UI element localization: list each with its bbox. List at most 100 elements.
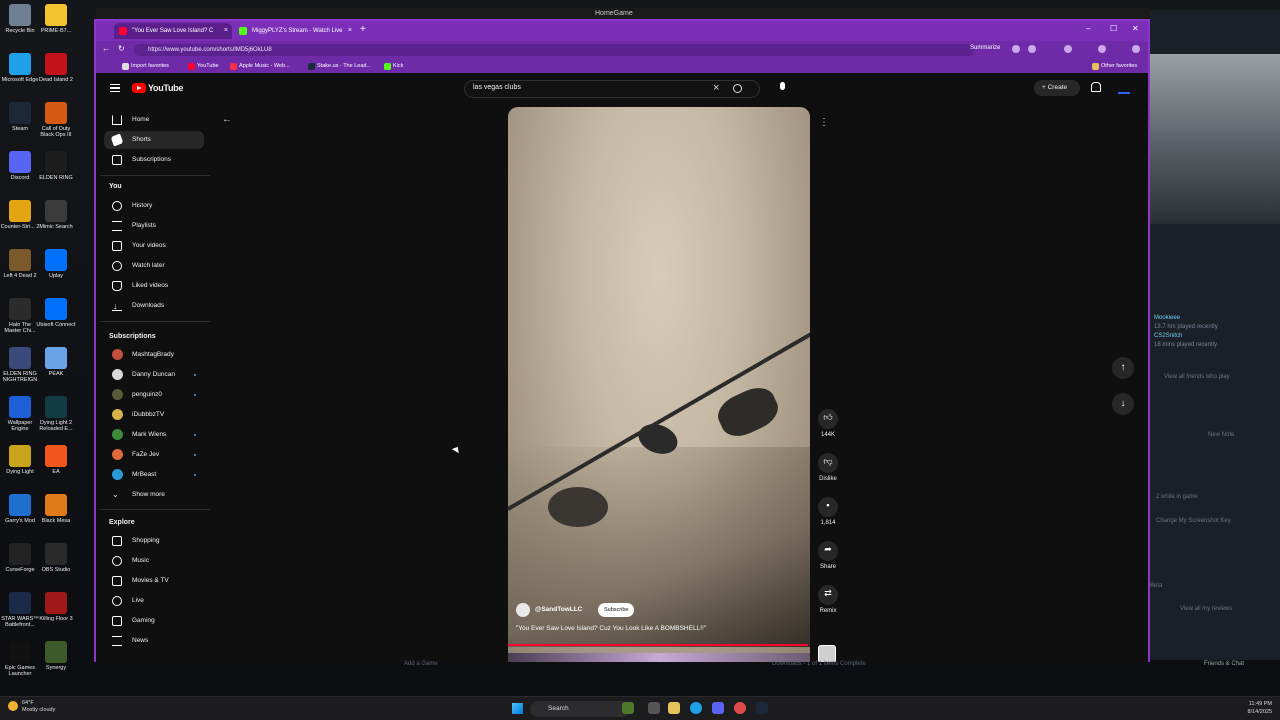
discord-icon[interactable] bbox=[712, 702, 724, 714]
minimize-button[interactable]: – bbox=[1086, 24, 1090, 33]
sidebar-item-live[interactable]: Live bbox=[104, 592, 204, 610]
youtube-logo-text[interactable]: YouTube bbox=[148, 83, 183, 93]
desktop-icon[interactable]: Recycle Bin bbox=[0, 4, 40, 34]
desktop-icon[interactable]: Dying Light bbox=[0, 445, 40, 475]
view-reviews-link[interactable]: View all my reviews bbox=[1180, 606, 1232, 612]
more-options-icon[interactable]: ⋮ bbox=[816, 117, 832, 133]
tab-kick-stream[interactable]: MiggyPLYZ's Stream - Watch Live × bbox=[234, 23, 356, 39]
view-all-friends-link[interactable]: View all friends who play bbox=[1164, 374, 1230, 380]
sidebar-item-shorts[interactable]: Shorts bbox=[104, 131, 204, 149]
show-more-button[interactable]: ⌄ Show more bbox=[104, 486, 204, 504]
edge-icon[interactable] bbox=[690, 702, 702, 714]
subscription-channel[interactable]: MrBeast bbox=[104, 466, 204, 484]
sidebar-item-music[interactable]: Music bbox=[104, 552, 204, 570]
desktop-icon[interactable]: Synergy bbox=[36, 641, 76, 671]
desktop-icon[interactable]: PRIME-B7... bbox=[36, 4, 76, 34]
desktop-icon[interactable]: CurseForge bbox=[0, 543, 40, 573]
like-action[interactable]: 👍︎ 144K bbox=[816, 409, 840, 438]
desktop-icon[interactable]: Ubisoft Connect bbox=[36, 298, 76, 328]
sidebar-item-news[interactable]: News bbox=[104, 632, 204, 650]
desktop-icon[interactable]: Microsoft Edge bbox=[0, 53, 40, 83]
favorite-youtube[interactable]: YouTube bbox=[188, 61, 219, 71]
microphone-icon[interactable] bbox=[776, 81, 790, 95]
dislike-button[interactable]: 👎︎ bbox=[818, 453, 838, 473]
close-tab-icon[interactable]: × bbox=[348, 23, 352, 39]
you-section-header[interactable]: You bbox=[109, 183, 122, 190]
subscription-channel[interactable]: FaZe Jev bbox=[104, 446, 204, 464]
short-video-player[interactable]: @SandTowLLC Subscribe "You Ever Saw Love… bbox=[508, 107, 810, 662]
back-arrow-icon[interactable]: ← bbox=[222, 114, 232, 125]
like-button[interactable]: 👍︎ bbox=[818, 409, 838, 429]
sidebar-item-history[interactable]: History bbox=[104, 197, 204, 215]
extension-icon[interactable] bbox=[1012, 45, 1020, 53]
desktop-icon[interactable]: Discord bbox=[0, 151, 40, 181]
subscription-channel[interactable]: Mark Wiens bbox=[104, 426, 204, 444]
desktop-icon[interactable]: EA bbox=[36, 445, 76, 475]
audio-source-thumbnail[interactable] bbox=[818, 645, 836, 662]
desktop-icon[interactable]: PEAK bbox=[36, 347, 76, 377]
subscription-channel[interactable]: iDubbbzTV bbox=[104, 406, 204, 424]
sidebar-item-playlists[interactable]: Playlists bbox=[104, 217, 204, 235]
copilot-icon[interactable] bbox=[1132, 45, 1140, 53]
downloads-status[interactable]: Downloads - 1 of 1 Items Complete bbox=[772, 661, 866, 667]
desktop-icon[interactable]: Black Mesa bbox=[36, 494, 76, 524]
desktop-icon[interactable]: Killing Floor 3 bbox=[36, 592, 76, 622]
short-title[interactable]: "You Ever Saw Love Island? Cuz You Look … bbox=[516, 625, 706, 632]
desktop-icon[interactable]: Counter-Stri... 2 bbox=[0, 200, 40, 230]
back-icon[interactable]: ← bbox=[102, 44, 110, 53]
desktop-icon[interactable]: Epic Games Launcher bbox=[0, 641, 40, 677]
subscription-channel[interactable]: penguinz0 bbox=[104, 386, 204, 404]
search-icon[interactable] bbox=[733, 84, 742, 93]
share-action[interactable]: ➦ Share bbox=[816, 541, 840, 570]
maximize-button[interactable]: ☐ bbox=[1110, 24, 1117, 33]
desktop-icon[interactable]: Call of Duty Black Ops III bbox=[36, 102, 76, 138]
favorite-kick[interactable]: Kick bbox=[384, 61, 403, 71]
desktop-icon[interactable]: Mimic Search bbox=[36, 200, 76, 230]
remix-button[interactable]: ⇄ bbox=[818, 585, 838, 605]
close-tab-icon[interactable]: × bbox=[224, 23, 228, 39]
sidebar-item-your-videos[interactable]: Your videos bbox=[104, 237, 204, 255]
sidebar-item-home[interactable]: Home bbox=[104, 111, 204, 129]
favorite-star-icon[interactable] bbox=[1028, 45, 1036, 53]
notifications-bell-icon[interactable] bbox=[1090, 82, 1101, 92]
comments-action[interactable]: ▪ 1,814 bbox=[816, 497, 840, 526]
channel-name[interactable]: @SandTowLLC bbox=[535, 606, 582, 613]
friend-name[interactable]: CS2Snitch bbox=[1154, 332, 1218, 341]
share-button[interactable]: ➦ bbox=[818, 541, 838, 561]
comments-button[interactable]: ▪ bbox=[818, 497, 838, 517]
sidebar-item-subscriptions[interactable]: Subscriptions bbox=[104, 151, 204, 169]
desktop-icon[interactable]: ELDEN RING bbox=[36, 151, 76, 181]
add-game-text[interactable]: Add a Game bbox=[404, 661, 438, 667]
change-key-link[interactable]: Change My Screenshot Key bbox=[1156, 518, 1231, 524]
widget-app-icon[interactable] bbox=[622, 702, 634, 714]
friends-chat-button[interactable]: Friends & Chat bbox=[1204, 661, 1244, 667]
desktop-icon[interactable]: Uplay bbox=[36, 249, 76, 279]
desktop-icon[interactable]: Dying Light 2 Reloaded E... bbox=[36, 396, 76, 432]
channel-avatar[interactable] bbox=[516, 603, 530, 617]
sidebar-item-watch-later[interactable]: Watch later bbox=[104, 257, 204, 275]
sidebar-item-liked-videos[interactable]: Liked videos bbox=[104, 277, 204, 295]
profile-icon[interactable] bbox=[1098, 45, 1106, 53]
subscription-channel[interactable]: MashtagBrady bbox=[104, 346, 204, 364]
previous-short-button[interactable]: ↑ bbox=[1112, 357, 1134, 379]
taskbar-search[interactable]: Search bbox=[530, 701, 630, 717]
remix-action[interactable]: ⇄ Remix bbox=[816, 585, 840, 614]
url-field[interactable]: https://www.youtube.com/shorts/lMD5j6OkL… bbox=[134, 44, 974, 56]
favorite-apple-music[interactable]: Apple Music - Web... bbox=[230, 61, 290, 71]
app-icon[interactable] bbox=[734, 702, 746, 714]
desktop-icon[interactable]: Steam bbox=[0, 102, 40, 132]
progress-bar[interactable] bbox=[508, 644, 808, 646]
sidebar-item-downloads[interactable]: Downloads bbox=[104, 297, 204, 315]
create-button[interactable]: + Create bbox=[1034, 80, 1080, 96]
youtube-logo-icon[interactable] bbox=[132, 83, 146, 93]
search-box[interactable]: las vegas clubs × bbox=[464, 80, 760, 98]
desktop-icon[interactable]: ELDEN RING NIGHTREIGN bbox=[0, 347, 40, 383]
tab-youtube-short[interactable]: "You Ever Saw Love Island? C × bbox=[114, 23, 232, 39]
weather-widget[interactable]: 64°F Mostly cloudy bbox=[8, 700, 55, 714]
start-button-icon[interactable] bbox=[512, 703, 523, 714]
desktop-icon[interactable]: STAR WARS™ Battlefront... bbox=[0, 592, 40, 628]
new-note-button[interactable]: New Note bbox=[1208, 432, 1234, 438]
desktop-icon[interactable]: Garry's Mod bbox=[0, 494, 40, 524]
desktop-icon[interactable]: Left 4 Dead 2 bbox=[0, 249, 40, 279]
subscription-channel[interactable]: Danny Duncan bbox=[104, 366, 204, 384]
